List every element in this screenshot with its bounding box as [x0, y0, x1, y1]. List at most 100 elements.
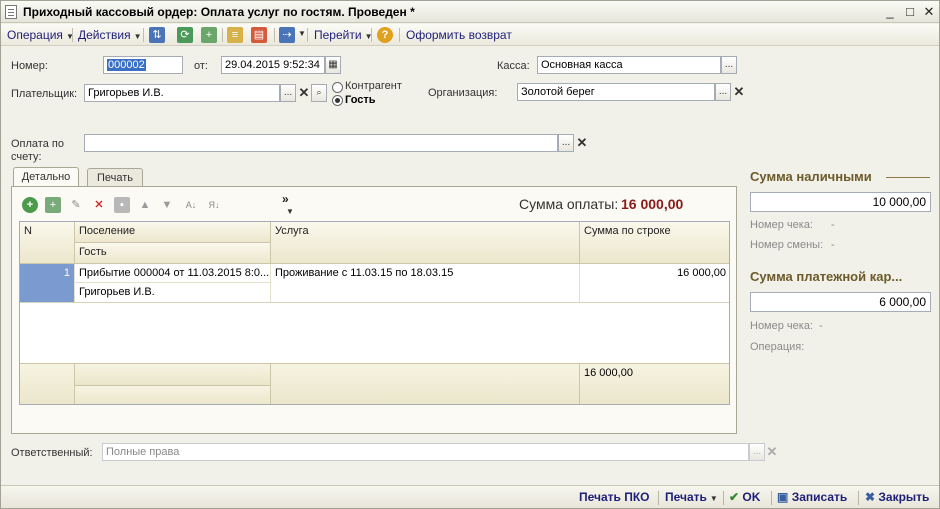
footer-total-sum: 16 000,00: [580, 363, 729, 404]
document-movements-icon[interactable]: ≡: [227, 27, 243, 43]
toolbar-divider: [399, 28, 400, 42]
goto-menu-label: Перейти: [314, 28, 362, 42]
number-value: 000002: [107, 59, 146, 71]
invoice-clear-icon[interactable]: ✕: [575, 134, 589, 152]
payment-sum-value: 16 000,00: [621, 196, 684, 212]
number-label: Номер:: [11, 60, 48, 72]
column-header-guest[interactable]: Гость: [75, 243, 271, 264]
delete-row-icon[interactable]: ✕: [91, 197, 107, 213]
payer-label: Плательщик:: [11, 88, 78, 100]
structure-icon[interactable]: ▤: [251, 27, 267, 43]
invoice-field[interactable]: [84, 134, 558, 152]
radio-guest[interactable]: [332, 95, 343, 106]
sort-ascending-icon[interactable]: A↓: [183, 197, 199, 213]
invoice-label: Оплата по счету:: [11, 138, 64, 163]
invoice-select-button[interactable]: ...: [558, 134, 574, 152]
actions-menu[interactable]: Действия ▼: [78, 26, 142, 44]
close-label: Закрыть: [878, 490, 930, 504]
operation-menu[interactable]: Операция ▼: [7, 26, 74, 44]
row-service: Проживание с 11.03.15 по 18.03.15: [271, 264, 580, 302]
ok-button[interactable]: ✔ OK: [729, 489, 760, 506]
footer-divider: [723, 491, 724, 505]
maximize-button[interactable]: □: [902, 4, 918, 20]
add-row-icon[interactable]: +: [22, 197, 38, 213]
tab-print[interactable]: Печать: [87, 168, 143, 187]
close-button[interactable]: ✖ Закрыть: [865, 489, 929, 506]
help-icon[interactable]: ?: [377, 27, 393, 43]
org-select-button[interactable]: ...: [715, 83, 731, 101]
post-document-icon[interactable]: ⇅: [149, 27, 165, 43]
sort-descending-icon[interactable]: Я↓: [206, 197, 222, 213]
cash-shift-value: -: [831, 239, 835, 251]
date-label: от:: [194, 60, 208, 72]
save-icon: ▣: [777, 490, 789, 504]
card-amount-field[interactable]: 6 000,00: [750, 292, 931, 312]
edit-row-icon[interactable]: ✎: [68, 197, 84, 213]
responsible-select-button[interactable]: ...: [749, 443, 765, 461]
tab-details[interactable]: Детально: [13, 167, 79, 187]
print-menu-label: Печать: [665, 490, 707, 504]
footer-cell-settlement: [75, 363, 271, 385]
print-pko-button[interactable]: Печать ПКО: [579, 489, 650, 506]
payer-field[interactable]: Григорьев И.В.: [84, 84, 280, 102]
org-clear-icon[interactable]: ✕: [732, 83, 746, 101]
card-check-value: -: [819, 320, 823, 332]
chevron-down-icon: ▼: [709, 494, 718, 503]
move-up-icon[interactable]: ▲: [137, 197, 153, 213]
cash-heading-line: [886, 177, 930, 178]
responsible-field[interactable]: Полные права: [102, 443, 749, 461]
row-settlement: Прибытие 000004 от 11.03.2015 8:0...: [75, 264, 271, 283]
column-header-service[interactable]: Услуга: [271, 222, 580, 264]
chevron-down-icon: ▼: [133, 32, 142, 41]
footer-divider: [858, 491, 859, 505]
radio-contractor-label: Контрагент: [345, 80, 402, 92]
responsible-clear-icon[interactable]: ✕: [765, 443, 779, 461]
goto-menu[interactable]: Перейти ▼: [314, 26, 372, 44]
more-actions-icon[interactable]: »: [282, 192, 289, 206]
end-edit-icon[interactable]: ▪: [114, 197, 130, 213]
cash-heading: Сумма наличными: [750, 169, 872, 184]
copy-row-icon[interactable]: +: [45, 197, 61, 213]
bottom-command-bar: Печать ПКО Печать ▼ ✔ OK ▣ Записать ✖ Зак…: [1, 485, 939, 508]
chevron-down-icon[interactable]: ▼: [298, 29, 306, 38]
toolbar-divider: [143, 28, 144, 42]
copy-document-icon[interactable]: +: [201, 27, 217, 43]
save-button[interactable]: ▣ Записать: [777, 489, 847, 506]
number-field[interactable]: 000002: [103, 56, 183, 74]
search-icon[interactable]: ⌕: [311, 84, 327, 102]
based-on-icon[interactable]: ⇢: [279, 27, 295, 43]
calendar-icon[interactable]: ▦: [325, 56, 341, 74]
cash-amount-field[interactable]: 10 000,00: [750, 192, 931, 212]
payer-clear-icon[interactable]: ✕: [297, 84, 311, 102]
toolbar-divider: [222, 28, 223, 42]
chevron-down-icon[interactable]: ▼: [286, 207, 294, 216]
payer-select-button[interactable]: ...: [280, 84, 296, 102]
footer-cell-guest: [75, 385, 271, 404]
title-bar: Приходный кассовый ордер: Оплата услуг п…: [1, 1, 939, 23]
footer-cell-service: [271, 363, 580, 404]
close-window-button[interactable]: ✕: [921, 4, 937, 20]
operation-menu-label: Операция: [7, 28, 63, 42]
kassa-label: Касса:: [497, 60, 530, 72]
close-icon: ✖: [865, 490, 876, 504]
responsible-label: Ответственный:: [11, 447, 93, 459]
minimize-button[interactable]: _: [882, 4, 898, 20]
column-header-row-sum[interactable]: Сумма по строке: [580, 222, 729, 264]
date-field[interactable]: 29.04.2015 9:52:34: [221, 56, 325, 74]
refresh-icon[interactable]: ⟳: [177, 27, 193, 43]
kassa-select-button[interactable]: ...: [721, 56, 737, 74]
actions-menu-label: Действия: [78, 28, 131, 42]
check-icon: ✔: [729, 490, 740, 504]
radio-contractor[interactable]: [332, 82, 343, 93]
card-heading: Сумма платежной кар...: [750, 269, 903, 284]
org-field[interactable]: Золотой берег: [517, 83, 715, 101]
kassa-field[interactable]: Основная касса: [537, 56, 721, 74]
refund-button[interactable]: Оформить возврат: [406, 26, 512, 44]
move-down-icon[interactable]: ▼: [159, 197, 175, 213]
payment-sum-label: Сумма оплаты:: [519, 196, 619, 212]
footer-divider: [658, 491, 659, 505]
column-header-n[interactable]: N: [20, 222, 75, 264]
print-menu-button[interactable]: Печать ▼: [665, 489, 718, 506]
radio-guest-label: Гость: [345, 94, 376, 106]
column-header-settlement[interactable]: Поселение: [75, 222, 271, 243]
